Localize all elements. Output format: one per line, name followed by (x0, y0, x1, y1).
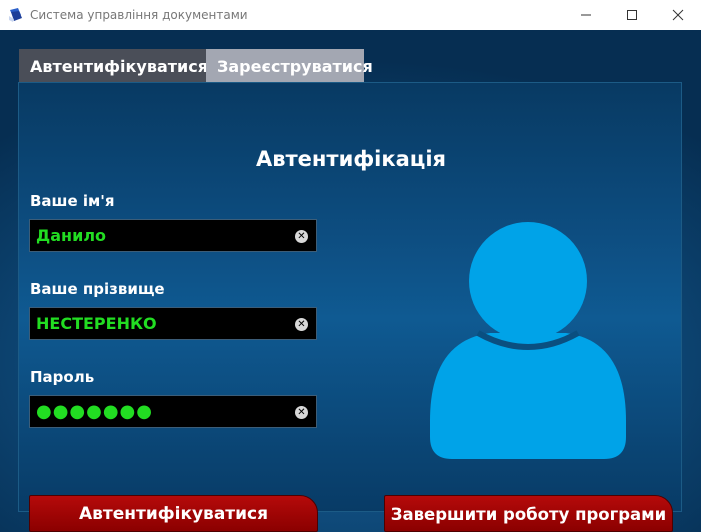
auth-panel: Автентифікація Ваше ім'я ✕ Ваше прізвище… (18, 82, 682, 532)
last-name-label: Ваше прізвище (30, 280, 165, 298)
authenticate-button[interactable]: Автентифікуватися (29, 495, 318, 532)
maximize-button[interactable] (609, 0, 655, 30)
password-input[interactable] (30, 396, 290, 427)
clear-password-icon[interactable]: ✕ (295, 406, 308, 419)
tab-authenticate[interactable]: Автентифікуватися (19, 49, 208, 82)
first-name-label: Ваше ім'я (30, 192, 115, 210)
password-field-box: ✕ (29, 395, 317, 428)
app-window: Система управління документами Автентифі… (0, 0, 701, 532)
last-name-input[interactable] (30, 308, 290, 339)
maximize-icon (627, 10, 637, 20)
client-area: Автентифікуватися Зареєструватися Автент… (0, 30, 701, 532)
title-bar[interactable]: Система управління документами (0, 0, 701, 30)
first-name-input[interactable] (30, 220, 290, 251)
minimize-icon (581, 14, 591, 16)
document-app-icon (9, 8, 22, 22)
user-avatar-icon (430, 222, 626, 459)
exit-program-button[interactable]: Завершити роботу програми (384, 495, 673, 532)
close-icon (672, 9, 684, 21)
first-name-field-box: ✕ (29, 219, 317, 252)
panel-title: Автентифікація (255, 147, 447, 171)
tab-register[interactable]: Зареєструватися (206, 49, 373, 82)
window-title: Система управління документами (30, 8, 248, 22)
minimize-button[interactable] (563, 0, 609, 30)
password-label: Пароль (30, 368, 95, 386)
last-name-field-box: ✕ (29, 307, 317, 340)
close-button[interactable] (655, 0, 701, 30)
clear-last-name-icon[interactable]: ✕ (295, 318, 308, 331)
clear-first-name-icon[interactable]: ✕ (295, 230, 308, 243)
